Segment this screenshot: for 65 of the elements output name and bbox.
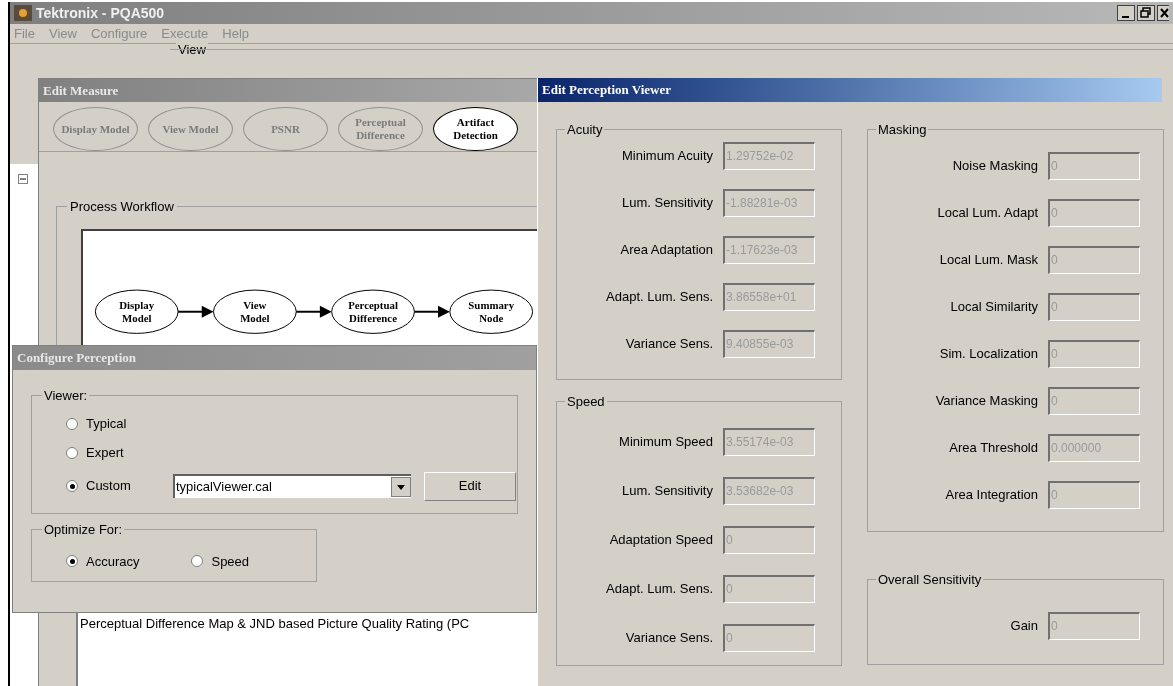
description-text: Perceptual Difference Map & JND based Picture Quality Rating (PC (79, 615, 471, 633)
radio-button[interactable] (66, 555, 78, 568)
workflow-node: Display Model (94, 289, 179, 334)
field-label: Local Lum. Mask (938, 250, 1038, 269)
field-label: Noise Masking (951, 156, 1038, 175)
step-tab[interactable]: PSNR (243, 107, 328, 151)
field-label: Variance Sens. (624, 334, 713, 353)
field-label: Area Integration (944, 485, 1038, 504)
radio-label[interactable]: Expert (86, 442, 124, 463)
field-label: Local Lum. Adapt (936, 203, 1038, 222)
radio-label[interactable]: Accuracy (86, 551, 140, 571)
group-label: Optimize For: (43, 521, 123, 539)
dialog-title: Edit Measure (39, 79, 537, 102)
arrow (295, 305, 332, 318)
radio-label[interactable]: Typical (86, 413, 127, 434)
group-label: Speed (566, 393, 606, 411)
workflow-node: Summary Node (449, 289, 534, 334)
menu-item[interactable]: File (14, 23, 35, 44)
step-tab[interactable]: View Model (148, 107, 233, 151)
group-label: Process Workflow (69, 198, 175, 216)
field-label: Lum. Sensitivity (620, 481, 713, 500)
step-tab[interactable]: Display Model (53, 107, 138, 151)
step-tab[interactable]: Artifact Detection (433, 107, 518, 151)
step-tab[interactable]: Perceptual Difference (338, 107, 423, 151)
field-label: Minimum Speed (618, 432, 713, 451)
group-label: Acuity (566, 121, 604, 139)
group-label: Overall Sensitivity (877, 571, 983, 589)
restore-icon[interactable] (1137, 5, 1155, 21)
radio-button[interactable] (66, 480, 78, 492)
field-label: Adapt. Lum. Sens. (605, 287, 713, 306)
dropdown-arrow-icon (397, 484, 405, 490)
edit-button[interactable]: Edit (424, 471, 516, 501)
collapse-icon[interactable] (18, 174, 28, 184)
field-label: Area Adaptation (619, 240, 713, 259)
arrow (177, 305, 214, 318)
field-label: Variance Masking (934, 391, 1038, 410)
field-label: Minimum Acuity (620, 146, 713, 165)
menu-item[interactable]: Help (222, 23, 249, 44)
menu-item[interactable]: Configure (90, 23, 148, 44)
file-dropdown[interactable]: typicalViewer.cal (173, 474, 411, 498)
group-label: Masking (877, 121, 928, 139)
field-label: Local Similarity (949, 297, 1038, 316)
radio-label[interactable]: Speed (211, 551, 250, 571)
close-icon[interactable] (1157, 5, 1169, 21)
field-label: Area Threshold (948, 438, 1038, 457)
field-label: Lum. Sensitivity (620, 193, 713, 212)
workflow-node: View Model (213, 289, 297, 334)
dialog-title: Configure Perception (13, 346, 536, 370)
minimize-icon[interactable] (1117, 5, 1135, 21)
field-label: Adaptation Speed (608, 530, 713, 549)
app-icon (14, 5, 32, 21)
field-label: Adapt. Lum. Sens. (605, 579, 713, 598)
arrow (413, 305, 450, 318)
field-label: Variance Sens. (624, 628, 713, 647)
workflow-node: Perceptual Difference (331, 289, 415, 334)
field-label: Sim. Localization (938, 344, 1038, 363)
group-label: Viewer: (43, 387, 89, 405)
menu-item[interactable]: View (48, 23, 77, 44)
window-title: Tektronix - PQA500 (36, 3, 165, 23)
dialog-title: Edit Perception Viewer (538, 78, 1162, 102)
field-label: Gain (1009, 616, 1038, 635)
radio-button[interactable] (66, 417, 78, 430)
radio-button[interactable] (66, 446, 78, 459)
radio-label[interactable]: Custom (86, 476, 131, 496)
radio-button[interactable] (191, 555, 204, 568)
